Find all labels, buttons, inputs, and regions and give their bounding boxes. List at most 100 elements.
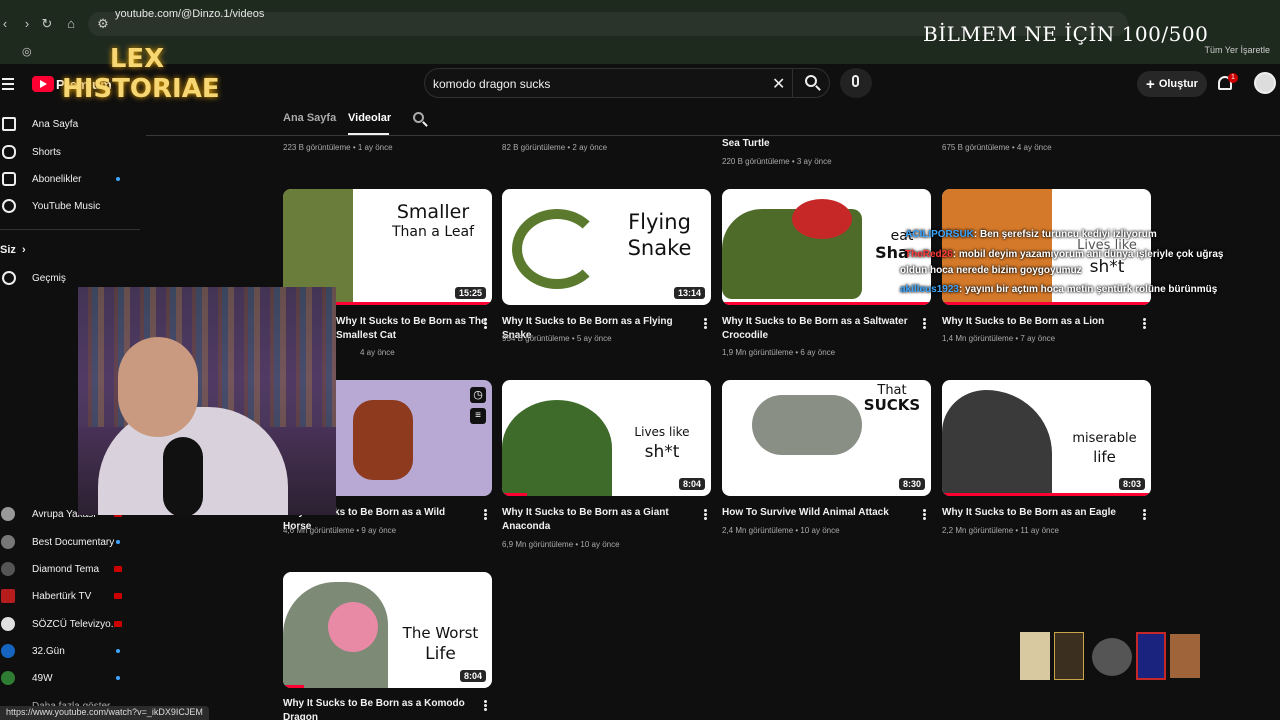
channel-avatar (1, 617, 15, 631)
more-options-icon[interactable] (923, 318, 926, 329)
voice-search-button[interactable] (840, 68, 872, 98)
more-options-icon[interactable] (484, 700, 487, 711)
video-duration: 8:03 (1118, 478, 1145, 490)
channel-search-icon[interactable] (413, 112, 424, 123)
all-bookmarks-link[interactable]: Tüm Yer İşaretle (1204, 45, 1270, 55)
watch-progress (502, 493, 528, 496)
forward-icon[interactable]: › (20, 17, 34, 31)
video-thumbnail[interactable]: That SUCKS 8:30 (722, 380, 931, 496)
video-meta: 82 B görüntüleme • 2 ay önce (502, 143, 608, 152)
more-options-icon[interactable] (923, 509, 926, 520)
shorts-icon (2, 145, 16, 159)
video-meta: 675 B görüntüleme • 4 ay önce (942, 143, 1052, 152)
tab-active-indicator (348, 133, 389, 135)
chat-message: ACILIPORSUK: Ben şerefsiz turuncu kediyi… (905, 229, 1157, 240)
video-thumbnail[interactable]: miserable life 8:03 (942, 380, 1151, 496)
clear-search-icon[interactable]: ✕ (772, 74, 785, 94)
video-thumbnail[interactable]: Flying Snake 13:14 (502, 189, 711, 305)
more-options-icon[interactable] (704, 318, 707, 329)
video-meta: 954 B görüntüleme • 5 ay önce (502, 334, 612, 343)
video-duration: 8:30 (898, 478, 925, 490)
watch-progress (942, 302, 1151, 305)
channel-avatar (1, 671, 15, 685)
history-icon (2, 271, 16, 285)
video-meta: 2,4 Mn görüntüleme • 10 ay önce (722, 526, 840, 535)
channel-avatar (1, 589, 15, 603)
menu-icon[interactable] (2, 78, 14, 90)
search-value: komodo dragon sucks (433, 77, 551, 91)
notification-badge: 1 (1228, 73, 1238, 83)
add-to-queue-icon[interactable]: ≡ (470, 408, 486, 424)
watch-progress (942, 493, 1151, 496)
webcam-overlay (78, 287, 336, 515)
channel-avatar (1, 562, 15, 576)
video-meta: 4 ay önce (360, 348, 395, 357)
video-thumbnail[interactable]: Lives like sh*t 8:04 (502, 380, 711, 496)
video-duration: 8:04 (678, 478, 705, 490)
video-meta: 6,9 Mn görüntüleme • 10 ay önce (502, 540, 620, 549)
plus-icon: + (1146, 75, 1155, 93)
watch-later-icon[interactable]: ◷ (470, 387, 486, 403)
video-meta: 1,4 Mn görüntüleme • 7 ay önce (942, 334, 1056, 343)
stream-logo: LEX HISTORIAE (62, 44, 220, 104)
channel-avatar (1, 644, 15, 658)
book-covers-overlay (1020, 632, 1200, 682)
video-duration: 13:14 (673, 287, 705, 299)
search-button[interactable] (792, 68, 830, 98)
watch-progress (722, 302, 931, 305)
microphone-icon (852, 75, 859, 87)
create-button[interactable]: + Oluştur (1137, 71, 1207, 97)
video-thumbnail[interactable]: The Worst Life 8:04 (283, 572, 492, 688)
video-title[interactable]: Why It Sucks to Be Born as a Giant Anaco… (502, 506, 692, 534)
video-meta: 220 B görüntüleme • 3 ay önce (722, 157, 832, 166)
live-indicator-icon (114, 621, 122, 627)
site-settings-icon[interactable]: ⚙ (96, 17, 110, 31)
stream-logo-line1: LEX (109, 44, 165, 74)
video-title[interactable]: Sea Turtle (722, 137, 912, 151)
video-title[interactable]: Why It Sucks to Be Born as The Smallest … (336, 315, 526, 343)
more-options-icon[interactable] (704, 509, 707, 520)
chat-message: TheRed26: mobil deyim yazamıyorum ani dü… (905, 249, 1224, 260)
youtube-logo-icon[interactable] (32, 76, 54, 92)
status-bar-url: https://www.youtube.com/watch?v=_ikDX9IC… (0, 706, 209, 720)
video-duration: 8:04 (459, 670, 486, 682)
more-options-icon[interactable] (1143, 318, 1146, 329)
tab-videos[interactable]: Videolar (348, 112, 391, 124)
reload-icon[interactable]: ↻ (40, 17, 54, 31)
video-title[interactable]: Why It Sucks to Be Born as a Komodo Drag… (283, 697, 473, 720)
more-options-icon[interactable] (484, 318, 487, 329)
video-meta: 2,2 Mn görüntüleme • 11 ay önce (942, 526, 1059, 535)
url-text: youtube.com/@Dinzo.1/videos (115, 8, 265, 20)
video-duration: 15:25 (454, 287, 486, 299)
more-options-icon[interactable] (484, 509, 487, 520)
video-title[interactable]: How To Survive Wild Animal Attack (722, 506, 912, 520)
back-icon[interactable]: ‹ (0, 17, 12, 31)
stream-logo-line2: HISTORIAE (62, 74, 220, 104)
live-indicator-icon (114, 593, 122, 599)
tab-home[interactable]: Ana Sayfa (283, 112, 336, 124)
new-content-dot (116, 649, 120, 653)
video-title[interactable]: Why It Sucks to Be Born as a Saltwater C… (722, 315, 912, 343)
more-options-icon[interactable] (1143, 509, 1146, 520)
new-content-dot (116, 676, 120, 680)
chevron-right-icon: › (22, 244, 26, 256)
home-icon[interactable]: ⌂ (64, 17, 78, 31)
create-label: Oluştur (1158, 78, 1198, 90)
chrome-icon[interactable]: ◎ (22, 45, 32, 58)
chat-message: oldun hoca nerede bizim goygoyumuz (900, 265, 1082, 276)
stream-overlay-title: BİLMEM NE İÇİN 100/500 (923, 22, 1209, 46)
video-title[interactable]: Why It Sucks to Be Born as an Eagle (942, 506, 1132, 520)
video-title[interactable]: Why It Sucks to Be Born as a Lion (942, 315, 1132, 329)
video-meta: 4,6 Mn görüntüleme • 9 ay önce (283, 526, 397, 535)
channel-avatar (1, 535, 15, 549)
avatar[interactable] (1254, 72, 1276, 94)
subscriptions-icon (2, 172, 16, 186)
sidebar-divider (0, 229, 140, 230)
new-content-dot (116, 540, 120, 544)
new-content-dot (116, 177, 120, 181)
video-meta: 1,9 Mn görüntüleme • 6 ay önce (722, 348, 836, 357)
video-meta: 223 B görüntüleme • 1 ay önce (283, 143, 393, 152)
search-icon (805, 75, 817, 87)
channel-avatar (1, 507, 15, 521)
home-icon (2, 117, 16, 131)
